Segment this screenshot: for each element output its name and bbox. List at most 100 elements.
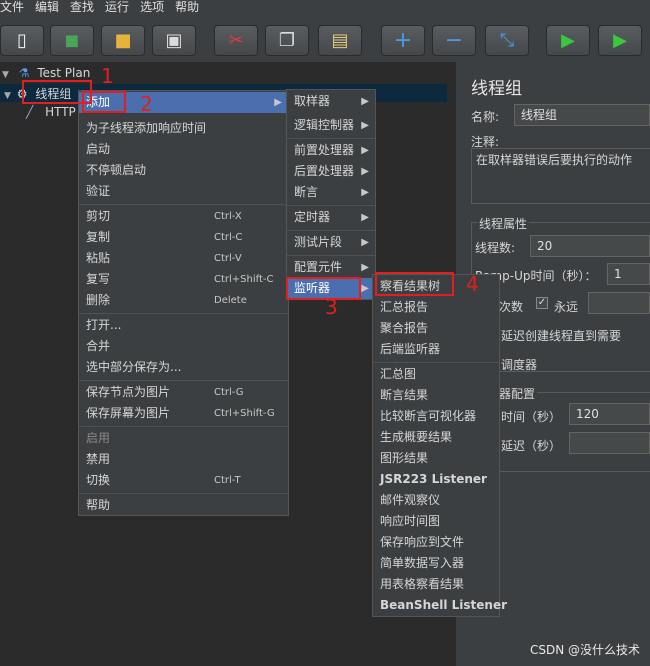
- menu-item-label: 断言: [294, 185, 319, 199]
- menu-file[interactable]: 文件: [0, 0, 31, 16]
- forever-label: 永远: [554, 300, 579, 314]
- menu-help[interactable]: 帮助: [171, 0, 206, 16]
- annotation-number-4: 4: [466, 272, 479, 296]
- menu-item-duplicate[interactable]: 复写 Ctrl+Shift-C: [79, 269, 288, 290]
- menu-search[interactable]: 查找: [66, 0, 101, 16]
- menu-item-post-processor[interactable]: 后置处理器 ▶: [287, 161, 375, 182]
- menu-item-toggle[interactable]: 切换 Ctrl-T: [79, 470, 288, 491]
- toggle-button[interactable]: ⤡: [485, 25, 529, 56]
- tree-node-http[interactable]: ╱ HTTP: [26, 105, 76, 119]
- cut-icon: ✂: [228, 29, 244, 51]
- menu-item-listener[interactable]: 后端监听器: [373, 339, 499, 360]
- loop-count-field[interactable]: [588, 292, 650, 314]
- forever-checkbox[interactable]: ✓: [536, 297, 548, 309]
- menu-item-listener[interactable]: 汇总图: [373, 364, 499, 385]
- menu-item-copy[interactable]: 复制 Ctrl-C: [79, 227, 288, 248]
- menu-item-listener[interactable]: BeanShell Listener: [373, 595, 507, 616]
- start-button[interactable]: ▶: [546, 25, 590, 56]
- shortcut-label: Ctrl-C: [214, 232, 243, 243]
- name-field[interactable]: 线程组: [514, 104, 650, 126]
- templates-button[interactable]: ◼: [50, 25, 94, 56]
- panel-title: 线程组: [471, 79, 522, 99]
- expand-triangle-icon[interactable]: ▼: [4, 91, 11, 101]
- menu-item-listener[interactable]: 邮件观察仪: [373, 490, 499, 511]
- menu-item-test-fragment[interactable]: 测试片段 ▶: [287, 232, 375, 253]
- menu-item-timer[interactable]: 定时器 ▶: [287, 207, 375, 228]
- menu-item-add-think-time[interactable]: 为子线程添加响应时间: [79, 118, 288, 139]
- menu-item-disable[interactable]: 禁用: [79, 449, 288, 470]
- menu-item-sampler[interactable]: 取样器 ▶: [287, 91, 375, 112]
- paste-button[interactable]: ▤: [318, 25, 362, 56]
- menu-item-save-screen-image[interactable]: 保存屏幕为图片 Ctrl+Shift-G: [79, 403, 288, 424]
- menu-item-listener[interactable]: 断言结果: [373, 385, 499, 406]
- menu-item-logic-controller[interactable]: 逻辑控制器 ▶: [287, 115, 375, 136]
- menu-item-save-selection[interactable]: 选中部分保存为...: [79, 357, 288, 378]
- menu-item-save-node-image[interactable]: 保存节点为图片 Ctrl-G: [79, 382, 288, 403]
- on-error-box: 在取样器错误后要执行的动作: [471, 148, 650, 204]
- menu-item-listener[interactable]: 简单数据写入器: [373, 553, 499, 574]
- menu-item-config-element[interactable]: 配置元件 ▶: [287, 257, 375, 278]
- expand-triangle-icon[interactable]: ▼: [2, 70, 9, 80]
- menu-item-help[interactable]: 帮助: [79, 495, 288, 516]
- collapse-button[interactable]: −: [432, 25, 476, 56]
- menu-item-delete[interactable]: 删除 Delete: [79, 290, 288, 311]
- menu-item-listener[interactable]: 保存响应到文件: [373, 532, 499, 553]
- on-error-label: 在取样器错误后要执行的动作: [476, 153, 633, 167]
- cut-button[interactable]: ✂: [214, 25, 258, 56]
- annotation-box-4: [375, 272, 454, 296]
- menu-separator: [79, 380, 288, 381]
- menu-item-merge[interactable]: 合并: [79, 336, 288, 357]
- start-no-pause-button[interactable]: ▶: [598, 25, 642, 56]
- menu-item-label: 复制: [86, 230, 111, 244]
- save-icon: ▣: [165, 29, 183, 51]
- startup-delay-label: 延迟（秒）: [501, 439, 562, 453]
- submenu-arrow-icon: ▶: [361, 96, 369, 107]
- copy-button[interactable]: ❐: [265, 25, 309, 56]
- rampup-field[interactable]: 1: [607, 263, 650, 285]
- menu-item-start[interactable]: 启动: [79, 139, 288, 160]
- menu-separator: [79, 493, 288, 494]
- duration-field[interactable]: 120: [569, 403, 650, 425]
- expand-button[interactable]: +: [381, 25, 425, 56]
- menu-item-assertion[interactable]: 断言 ▶: [287, 182, 375, 203]
- menu-item-listener[interactable]: 用表格察看结果: [373, 574, 499, 595]
- menu-item-listener[interactable]: 生成概要结果: [373, 427, 499, 448]
- menu-bar: 文件 编辑 查找 运行 选项 帮助: [0, 0, 650, 16]
- scheduler-label: 调度器: [501, 358, 538, 372]
- menu-item-enable[interactable]: 启用: [79, 428, 288, 449]
- duration-label: 时间（秒）: [501, 410, 562, 424]
- comment-field[interactable]: [507, 132, 650, 148]
- menu-item-listener[interactable]: 比较断言可视化器: [373, 406, 499, 427]
- menu-item-listener[interactable]: 图形结果: [373, 448, 499, 469]
- menu-item-label: 删除: [86, 293, 111, 307]
- thread-properties-title: 线程属性: [477, 215, 530, 232]
- menu-item-label: 切换: [86, 473, 111, 487]
- tree-label-http: HTTP: [45, 105, 76, 119]
- open-button[interactable]: ■: [101, 25, 145, 56]
- menu-item-listener[interactable]: 汇总报告: [373, 297, 499, 318]
- new-button[interactable]: ▯: [0, 25, 44, 56]
- menu-item-open[interactable]: 打开...: [79, 315, 288, 336]
- save-button[interactable]: ▣: [152, 25, 196, 56]
- menu-run[interactable]: 运行: [101, 0, 136, 16]
- toggle-icon: ⤡: [499, 29, 515, 51]
- menu-edit[interactable]: 编辑: [31, 0, 66, 16]
- menu-item-listener[interactable]: 聚合报告: [373, 318, 499, 339]
- menu-item-cut[interactable]: 剪切 Ctrl-X: [79, 206, 288, 227]
- menu-item-label: 剪切: [86, 209, 111, 223]
- menu-item-listener[interactable]: JSR223 Listener: [373, 469, 499, 490]
- tree-node-test-plan[interactable]: ▼ ⚗ Test Plan: [2, 66, 90, 80]
- annotation-number-2: 2: [140, 92, 153, 116]
- menu-separator: [287, 230, 375, 231]
- threads-field[interactable]: 20: [530, 235, 650, 257]
- sampler-icon: ╱: [26, 105, 34, 119]
- submenu-arrow-icon: ▶: [361, 187, 369, 198]
- menu-item-listener[interactable]: 响应时间图: [373, 511, 499, 532]
- menu-item-validate[interactable]: 验证: [79, 181, 288, 202]
- startup-delay-field[interactable]: [569, 432, 650, 454]
- menu-item-pre-processor[interactable]: 前置处理器 ▶: [287, 140, 375, 161]
- menu-item-paste[interactable]: 粘贴 Ctrl-V: [79, 248, 288, 269]
- menu-item-start-no-pause[interactable]: 不停顿启动: [79, 160, 288, 181]
- context-menu: 添加 ▶ 为子线程添加响应时间 启动 不停顿启动 验证 剪切 Ctrl-X 复制 Ct…: [78, 90, 289, 516]
- menu-options[interactable]: 选项: [136, 0, 171, 16]
